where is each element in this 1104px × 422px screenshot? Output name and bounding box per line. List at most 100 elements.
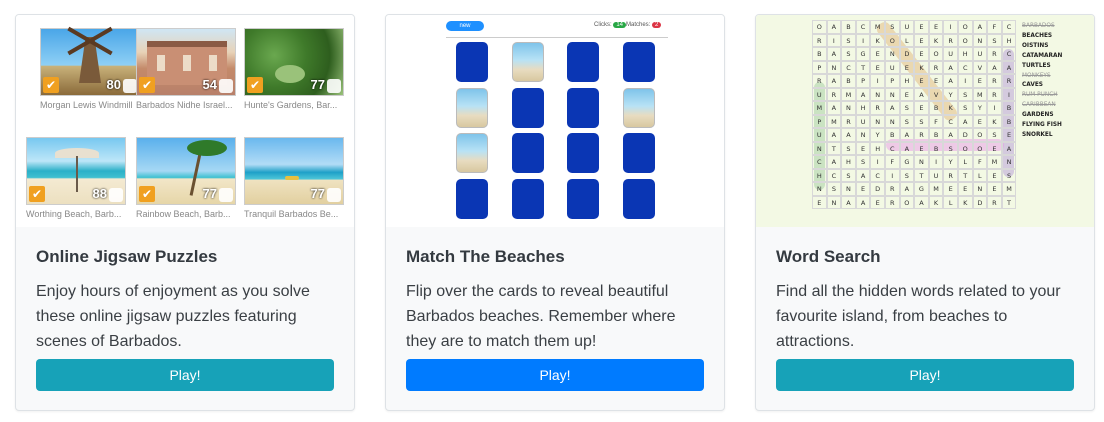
- grid-letter[interactable]: B: [812, 47, 827, 61]
- grid-letter[interactable]: N: [1001, 155, 1017, 169]
- grid-letter[interactable]: R: [884, 182, 900, 196]
- grid-letter[interactable]: E: [972, 74, 988, 88]
- grid-letter[interactable]: S: [899, 168, 915, 182]
- grid-letter[interactable]: R: [928, 60, 944, 74]
- grid-letter[interactable]: D: [899, 47, 915, 61]
- grid-letter[interactable]: A: [914, 87, 929, 101]
- grid-letter[interactable]: N: [914, 155, 929, 169]
- grid-letter[interactable]: N: [855, 128, 871, 142]
- grid-letter[interactable]: U: [899, 20, 915, 34]
- play-jigsaw-button[interactable]: Play!: [36, 359, 334, 391]
- grid-letter[interactable]: P: [855, 74, 871, 88]
- grid-letter[interactable]: K: [914, 60, 929, 74]
- grid-letter[interactable]: A: [826, 128, 842, 142]
- grid-letter[interactable]: S: [957, 101, 973, 115]
- grid-letter[interactable]: K: [943, 101, 958, 115]
- grid-letter[interactable]: N: [841, 101, 856, 115]
- grid-letter[interactable]: O: [812, 20, 827, 34]
- grid-letter[interactable]: A: [899, 128, 915, 142]
- grid-letter[interactable]: H: [812, 168, 827, 182]
- grid-letter[interactable]: A: [826, 155, 842, 169]
- memory-card-faceup[interactable]: [512, 42, 544, 82]
- grid-letter[interactable]: R: [914, 128, 929, 142]
- grid-letter[interactable]: A: [899, 182, 915, 196]
- grid-letter[interactable]: E: [899, 60, 915, 74]
- grid-letter[interactable]: D: [870, 182, 885, 196]
- grid-letter[interactable]: U: [812, 87, 827, 101]
- grid-letter[interactable]: M: [870, 20, 885, 34]
- grid-letter[interactable]: A: [826, 20, 842, 34]
- memory-card[interactable]: [623, 42, 655, 82]
- grid-letter[interactable]: O: [972, 141, 988, 155]
- grid-letter[interactable]: R: [884, 195, 900, 209]
- grid-letter[interactable]: A: [841, 195, 856, 209]
- grid-letter[interactable]: K: [928, 33, 944, 47]
- memory-card[interactable]: [623, 133, 655, 173]
- grid-letter[interactable]: N: [884, 114, 900, 128]
- grid-letter[interactable]: B: [928, 141, 944, 155]
- grid-letter[interactable]: E: [957, 182, 973, 196]
- grid-letter[interactable]: B: [1001, 114, 1017, 128]
- grid-letter[interactable]: S: [987, 33, 1002, 47]
- grid-letter[interactable]: Y: [943, 87, 958, 101]
- grid-letter[interactable]: I: [884, 168, 900, 182]
- grid-letter[interactable]: S: [841, 141, 856, 155]
- grid-letter[interactable]: O: [957, 20, 973, 34]
- puzzle-tile[interactable]: ✔ 77 Hunte's Gardens, Bar...: [244, 28, 344, 110]
- grid-letter[interactable]: K: [928, 195, 944, 209]
- grid-letter[interactable]: D: [957, 128, 973, 142]
- memory-card[interactable]: [567, 133, 599, 173]
- grid-letter[interactable]: A: [987, 60, 1002, 74]
- grid-letter[interactable]: I: [957, 74, 973, 88]
- grid-letter[interactable]: O: [957, 33, 973, 47]
- grid-letter[interactable]: I: [826, 33, 842, 47]
- grid-letter[interactable]: F: [884, 155, 900, 169]
- grid-letter[interactable]: O: [957, 141, 973, 155]
- grid-letter[interactable]: B: [928, 128, 944, 142]
- grid-letter[interactable]: N: [884, 87, 900, 101]
- grid-letter[interactable]: E: [914, 74, 929, 88]
- grid-letter[interactable]: S: [884, 20, 900, 34]
- grid-letter[interactable]: N: [826, 60, 842, 74]
- grid-letter[interactable]: M: [812, 101, 827, 115]
- grid-letter[interactable]: R: [812, 33, 827, 47]
- grid-letter[interactable]: A: [943, 60, 958, 74]
- play-match-button[interactable]: Play!: [406, 359, 704, 391]
- grid-letter[interactable]: C: [1001, 20, 1017, 34]
- grid-letter[interactable]: A: [1001, 141, 1017, 155]
- grid-letter[interactable]: S: [914, 114, 929, 128]
- grid-letter[interactable]: T: [826, 141, 842, 155]
- memory-card[interactable]: [512, 133, 544, 173]
- grid-letter[interactable]: R: [987, 74, 1002, 88]
- grid-letter[interactable]: S: [841, 168, 856, 182]
- grid-letter[interactable]: L: [972, 168, 988, 182]
- grid-letter[interactable]: E: [899, 87, 915, 101]
- puzzle-tile[interactable]: ✔ 88 Worthing Beach, Barb...: [26, 137, 126, 219]
- grid-letter[interactable]: E: [972, 114, 988, 128]
- grid-letter[interactable]: A: [943, 74, 958, 88]
- memory-card-faceup[interactable]: [623, 88, 655, 128]
- grid-letter[interactable]: M: [928, 182, 944, 196]
- grid-letter[interactable]: A: [957, 114, 973, 128]
- memory-card[interactable]: [512, 88, 544, 128]
- grid-letter[interactable]: M: [826, 114, 842, 128]
- grid-letter[interactable]: C: [884, 141, 900, 155]
- grid-letter[interactable]: U: [943, 47, 958, 61]
- grid-letter[interactable]: N: [812, 141, 827, 155]
- grid-letter[interactable]: A: [899, 141, 915, 155]
- grid-letter[interactable]: S: [841, 47, 856, 61]
- grid-letter[interactable]: I: [855, 33, 871, 47]
- grid-letter[interactable]: K: [957, 195, 973, 209]
- grid-letter[interactable]: T: [957, 168, 973, 182]
- grid-letter[interactable]: S: [899, 101, 915, 115]
- grid-letter[interactable]: B: [1001, 101, 1017, 115]
- grid-letter[interactable]: E: [870, 60, 885, 74]
- memory-card[interactable]: [456, 179, 488, 219]
- grid-letter[interactable]: M: [972, 87, 988, 101]
- grid-letter[interactable]: E: [987, 141, 1002, 155]
- memory-card[interactable]: [623, 179, 655, 219]
- grid-letter[interactable]: E: [914, 141, 929, 155]
- grid-letter[interactable]: R: [870, 101, 885, 115]
- grid-letter[interactable]: N: [826, 195, 842, 209]
- memory-card[interactable]: [567, 42, 599, 82]
